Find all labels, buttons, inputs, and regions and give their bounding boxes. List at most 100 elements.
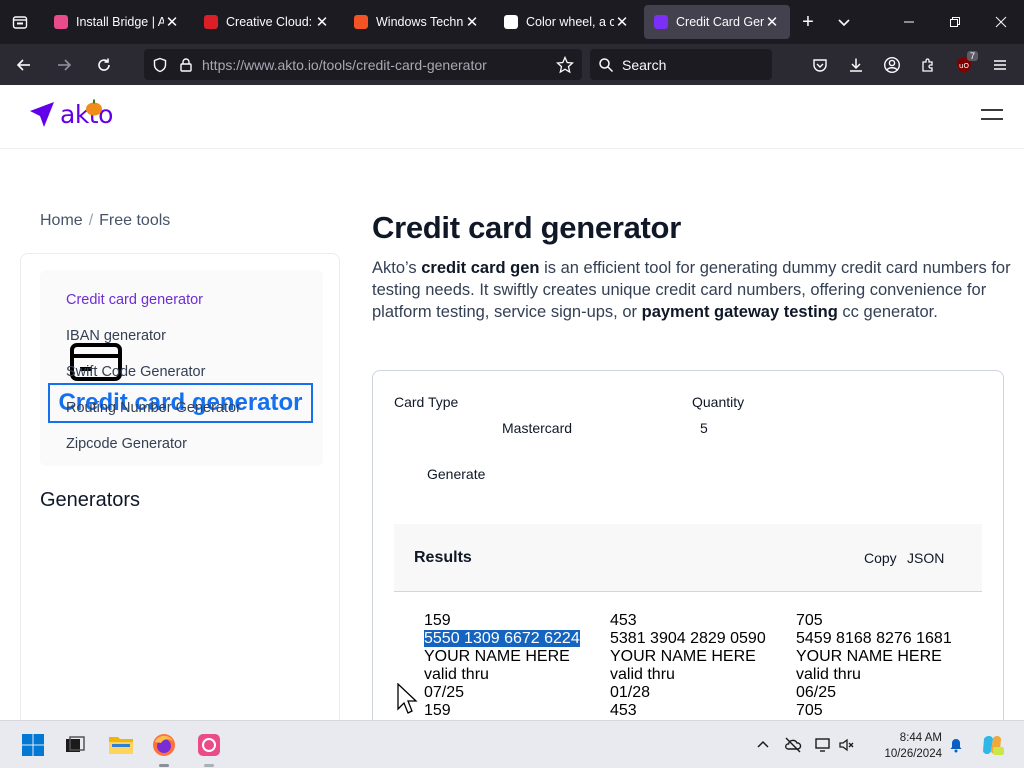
browser-tab[interactable]: Color wheel, a c ✕ [494,5,640,39]
json-button[interactable]: JSON [907,550,944,566]
shield-icon[interactable] [152,57,168,73]
windows-taskbar: 8:44 AM 10/26/2024 [0,720,1024,768]
browser-tab[interactable]: Windows Techni ✕ [344,5,490,39]
breadcrumb-free-tools[interactable]: Free tools [99,212,170,229]
minimize-button[interactable] [886,0,932,44]
generator-link[interactable]: Credit card generator [66,292,203,308]
volume-muted-icon[interactable] [838,737,854,753]
network-icon[interactable] [814,736,832,754]
new-tab-button[interactable]: + [790,5,826,39]
card-cvv: 453 [610,612,637,629]
downloads-button[interactable] [838,49,874,81]
card-name: YOUR NAME HERE [796,648,942,665]
desc-bold: payment gateway testing [641,303,838,321]
account-icon [883,56,901,73]
card-number: 5550 1309 6672 6224 [424,630,604,648]
folder-icon [109,737,133,754]
file-explorer-button[interactable] [107,731,135,759]
search-bar[interactable]: Search [590,49,772,80]
card-expiry: 01/28 [610,684,651,701]
plus-icon: + [802,10,814,33]
star-icon[interactable] [556,55,574,74]
firefox-taskbar-button[interactable] [150,731,178,759]
puzzle-icon [922,57,933,72]
card-number: 5459 8168 8276 1681 [796,630,952,647]
card-cvv: 705 [796,612,823,629]
task-view-icon [66,736,85,752]
search-icon [599,57,614,72]
start-button[interactable] [19,731,47,759]
account-button[interactable] [874,49,910,81]
close-window-button[interactable] [978,0,1024,44]
lock-icon[interactable] [178,57,194,73]
card-valid-label: valid thru [796,666,861,683]
card-number: 5381 3904 2829 0590 [610,630,766,647]
desc-text: Akto’s [372,259,422,277]
breadcrumb-home[interactable]: Home [40,212,83,229]
quantity-input[interactable]: 5 [700,420,708,436]
sidebar: Credit card generator Generators Credit … [20,253,340,733]
extensions-button[interactable] [910,49,946,81]
pocket-button[interactable] [802,49,838,81]
arrow-left-icon [16,58,30,71]
paper-plane-icon [30,102,54,127]
app-menu-button[interactable] [982,49,1018,81]
chevron-down-icon [838,19,850,27]
tab-close-icon[interactable]: ✕ [164,13,180,31]
copy-button[interactable]: Copy [864,550,897,566]
browser-tab[interactable]: Creative Cloud: I ✕ [194,5,340,39]
close-icon [995,16,1007,28]
firefox-view-icon [12,16,28,29]
site-menu-button[interactable] [981,109,1003,127]
reload-button[interactable] [86,49,122,81]
generated-card: 453 5381 3904 2829 0590 YOUR NAME HERE vali… [610,612,790,720]
card-type-label: Card Type [394,394,459,410]
page-title: Credit card generator [372,210,681,245]
generator-link[interactable]: Zipcode Generator [66,436,187,452]
restore-button[interactable] [932,0,978,44]
card-cvv2: 705 [796,702,823,719]
generate-button[interactable]: Generate [427,466,485,482]
copilot-icon[interactable] [980,733,1004,757]
tab-label: Color wheel, a c [526,15,614,29]
browser-tab[interactable]: Install Bridge | A ✕ [44,5,190,39]
tab-close-icon[interactable]: ✕ [764,13,780,31]
hamburger-menu-icon [994,59,1006,70]
akto-logo[interactable]: akto [28,99,113,129]
clock-time: 8:44 AM [899,732,942,744]
quantity-label: Quantity [692,394,745,410]
tab-label: Install Bridge | A [76,15,164,29]
tab-close-icon[interactable]: ✕ [314,13,330,31]
tab-close-icon[interactable]: ✕ [464,13,480,31]
generator-link[interactable]: IBAN generator [66,328,166,344]
firefox-icon [153,734,175,756]
results-header: Results Copy JSON [394,524,982,592]
clock[interactable]: 8:44 AM 10/26/2024 [878,730,942,762]
back-button[interactable] [6,49,42,81]
chevron-up-icon[interactable] [756,738,770,752]
navigation-toolbar: https://www.akto.io/tools/credit-card-ge… [0,44,1024,85]
ublock-extension-button[interactable]: uO 7 [946,49,982,81]
tab-favicon-icon [54,15,68,29]
card-name: YOUR NAME HERE [424,648,570,665]
desc-bold: credit card gen [421,259,540,277]
list-all-tabs-button[interactable] [826,5,862,39]
download-icon [850,58,862,72]
creative-cloud-button[interactable] [195,731,223,759]
url-text[interactable]: https://www.akto.io/tools/credit-card-ge… [202,57,556,73]
tab-close-icon[interactable]: ✕ [614,13,630,31]
address-bar[interactable]: https://www.akto.io/tools/credit-card-ge… [144,49,582,80]
card-type-select[interactable]: Mastercard [502,420,572,436]
task-view-button[interactable] [61,731,89,759]
notification-bell-icon[interactable] [948,737,964,753]
forward-button[interactable] [46,49,82,81]
cloud-off-icon[interactable] [784,736,802,754]
card-name: YOUR NAME HERE [610,648,756,665]
generator-link[interactable]: Swift Code Generator [66,364,205,380]
minimize-icon [904,21,914,23]
svg-text:uO: uO [959,62,969,70]
generators-heading: Generators [40,489,141,511]
generator-link[interactable]: Routing Number Generator [66,400,241,416]
firefox-view-button[interactable] [0,0,40,44]
browser-tab[interactable]: Credit Card Gen ✕ [644,5,790,39]
